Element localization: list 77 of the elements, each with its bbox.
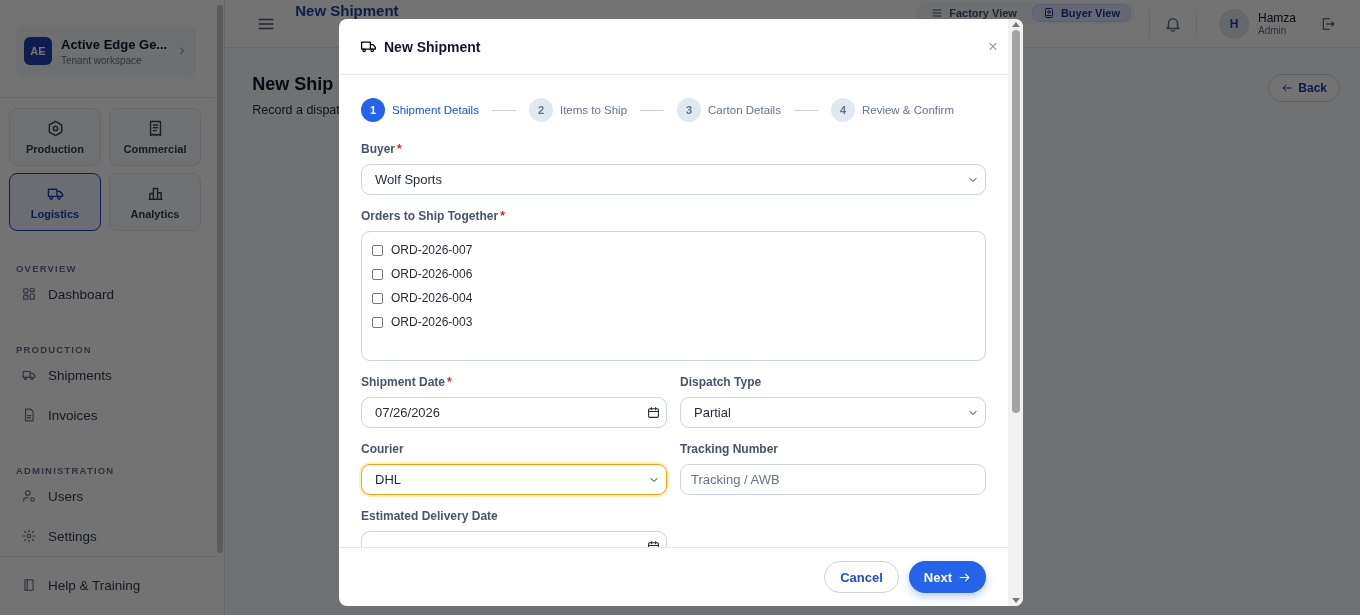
nav-item[interactable]: Help & Training xyxy=(22,565,216,605)
field-label: Dispatch Type xyxy=(680,375,763,389)
scrollbar[interactable] xyxy=(217,5,224,553)
text-field[interactable]: Tracking / AWB xyxy=(680,464,986,495)
user-gear-icon xyxy=(22,489,36,503)
step-label: Shipment Details xyxy=(392,104,479,116)
stepper-step[interactable]: 4 Review & Confirm xyxy=(830,98,954,122)
field-label: Buyer * xyxy=(361,142,403,156)
header-title: New Shipment xyxy=(295,3,400,18)
nav-item[interactable]: Dashboard xyxy=(22,274,225,314)
back-button[interactable]: Back xyxy=(1268,74,1340,102)
checkbox-label: ORD-2026-006 xyxy=(391,267,473,281)
checkbox-label: ORD-2026-003 xyxy=(391,315,473,329)
checkbox[interactable] xyxy=(372,316,383,328)
module-tab[interactable]: Analytics xyxy=(109,173,201,231)
workspace-subtitle: Tenant workspace xyxy=(61,54,143,66)
module-tab[interactable]: Production xyxy=(9,108,101,166)
checkbox[interactable] xyxy=(372,244,383,256)
cancel-button[interactable]: Cancel xyxy=(824,561,899,593)
view-toggle-button[interactable]: Buyer View xyxy=(1031,4,1131,22)
scrollbar[interactable] xyxy=(1008,19,1023,606)
step-number: 4 xyxy=(830,98,855,122)
user-avatar[interactable]: H xyxy=(1219,8,1249,39)
document-icon xyxy=(22,408,36,422)
field-label: Shipment Date * xyxy=(361,375,453,389)
checkbox-label: ORD-2026-007 xyxy=(391,243,473,257)
logout-icon[interactable] xyxy=(1320,15,1336,32)
arrow-left-icon xyxy=(1281,82,1294,94)
step-number: 1 xyxy=(361,98,385,122)
field-label: Courier xyxy=(361,442,405,456)
select-field[interactable]: Partial xyxy=(680,397,986,428)
stepper-step[interactable]: 1 Shipment Details xyxy=(361,98,479,122)
user-name: Hamza xyxy=(1258,11,1296,25)
section-heading: PRODUCTION xyxy=(16,344,93,355)
step-label: Items to Ship xyxy=(559,104,628,116)
checkbox[interactable] xyxy=(372,268,383,280)
select-field[interactable]: DHL xyxy=(361,464,667,495)
module-tab[interactable]: Logistics xyxy=(9,173,101,231)
dialog-title: New Shipment xyxy=(384,38,482,55)
close-button[interactable]: × xyxy=(986,36,1000,57)
section-heading: ADMINISTRATION xyxy=(16,465,116,476)
stepper-step[interactable]: 2 Items to Ship xyxy=(528,98,628,122)
step-number: 2 xyxy=(528,98,553,122)
truck-icon xyxy=(361,39,376,54)
checkbox-label: ORD-2026-004 xyxy=(391,291,473,305)
dashboard-icon xyxy=(22,287,36,301)
field-label: Estimated Delivery Date xyxy=(361,509,499,523)
list-icon xyxy=(931,7,944,19)
calendar-icon xyxy=(647,406,660,419)
nav-item[interactable]: Settings xyxy=(22,516,225,556)
workspace-avatar: AE xyxy=(24,37,52,65)
section-heading: OVERVIEW xyxy=(16,263,78,274)
settings-icon xyxy=(22,529,36,543)
workspace-name: Active Edge Ge... xyxy=(61,36,168,52)
step-label: Carton Details xyxy=(708,104,781,116)
nav-item[interactable]: Shipments xyxy=(22,355,225,395)
step-label: Review & Confirm xyxy=(861,104,954,116)
step-number: 3 xyxy=(677,98,702,122)
workspace-switcher[interactable]: AE Active Edge Ge... Tenant workspace xyxy=(16,25,197,77)
page-title: New Ship xyxy=(252,74,335,95)
checkbox[interactable] xyxy=(372,292,383,304)
nav-item[interactable]: Users xyxy=(22,476,225,516)
date-field[interactable]: 07/26/2026 xyxy=(361,397,667,428)
truck-icon xyxy=(22,368,36,382)
select-field[interactable]: Wolf Sports xyxy=(361,164,986,195)
next-button[interactable]: Next xyxy=(908,561,986,593)
field-label: Orders to Ship Together * xyxy=(361,209,506,223)
book-icon xyxy=(22,578,36,592)
stepper-step[interactable]: 3 Carton Details xyxy=(677,98,781,122)
id-badge-icon xyxy=(1042,7,1055,19)
hexagon-icon xyxy=(46,119,64,137)
view-toggle-button[interactable]: Factory View xyxy=(920,4,1028,22)
module-tab[interactable]: Commercial xyxy=(109,108,201,166)
nav-item[interactable]: Invoices xyxy=(22,395,225,435)
field-label: Tracking Number xyxy=(680,442,780,456)
user-role: Admin xyxy=(1258,25,1288,36)
page-subtitle: Record a dispat xyxy=(252,103,340,117)
